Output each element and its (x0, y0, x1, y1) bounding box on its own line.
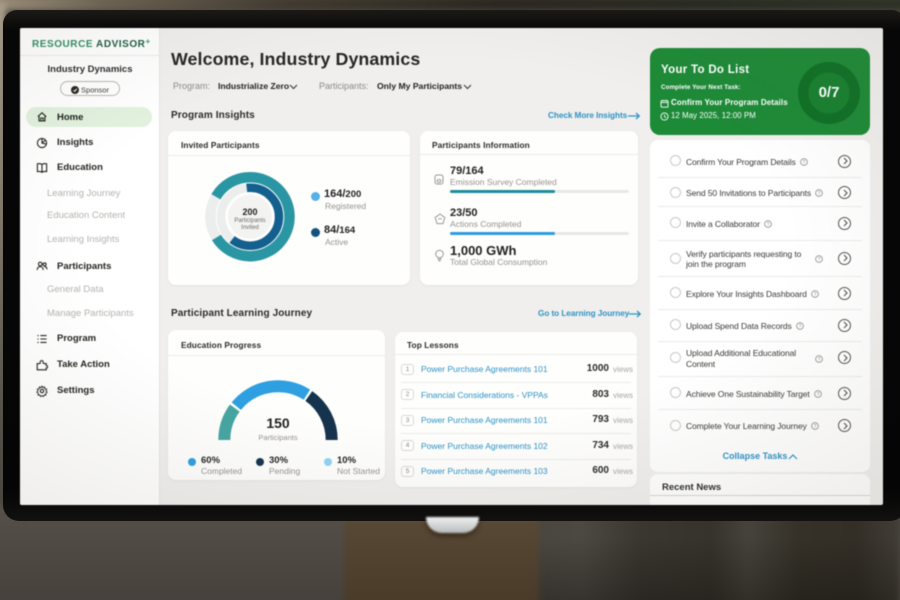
svg-text:?: ? (817, 391, 820, 397)
svg-text:?: ? (799, 323, 802, 329)
svg-text:?: ? (767, 222, 770, 228)
svg-text:?: ? (814, 291, 817, 297)
svg-text:?: ? (818, 356, 821, 362)
svg-text:?: ? (803, 159, 806, 165)
svg-text:?: ? (814, 424, 817, 430)
svg-text:?: ? (818, 191, 821, 197)
svg-text:?: ? (818, 257, 821, 263)
